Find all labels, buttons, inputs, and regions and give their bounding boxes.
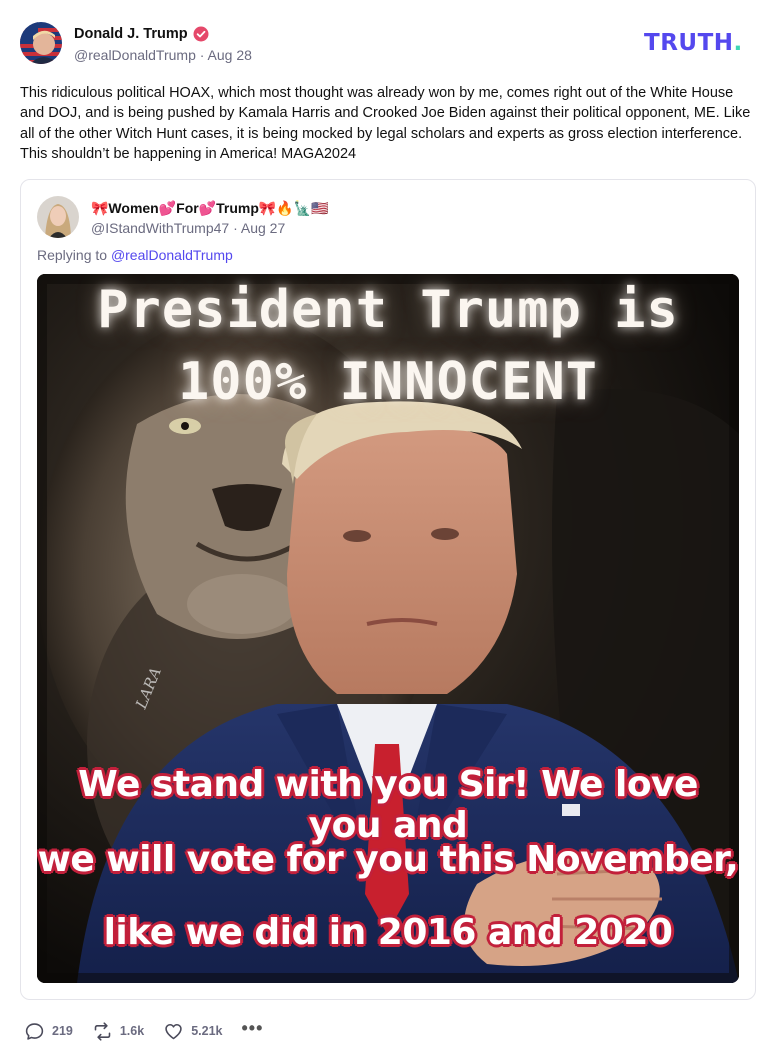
quoted-post-date[interactable]: Aug 27 <box>241 220 285 236</box>
retruth-button[interactable]: 1.6k <box>92 1021 144 1042</box>
retruth-count: 1.6k <box>119 1024 145 1038</box>
quoted-post-card[interactable]: 🎀Women💕For💕Trump🎀🔥🗽🇺🇸 @IStandWithTrump47… <box>20 179 756 1000</box>
comment-bubble-icon <box>25 1022 44 1040</box>
author-name[interactable]: Donald J. Trump <box>74 26 188 42</box>
truth-post: Donald J. Trump @realDonaldTrump · Aug 2… <box>0 0 777 1063</box>
verified-badge-icon <box>193 26 209 41</box>
quoted-author-avatar[interactable] <box>37 196 79 238</box>
truth-logo-dot: . <box>733 30 743 56</box>
heart-icon <box>165 1023 182 1039</box>
quoted-author-name[interactable]: 🎀Women💕For💕Trump🎀🔥🗽🇺🇸 <box>91 199 329 218</box>
separator-dot: · <box>233 219 241 236</box>
post-action-bar: 219 1.6k 5.21k ••• <box>24 1018 282 1044</box>
quoted-author-header: 🎀Women💕For💕Trump🎀🔥🗽🇺🇸 @IStandWithTrump47… <box>37 196 329 238</box>
author-handle[interactable]: @realDonaldTrump <box>74 47 196 63</box>
quoted-author-handle[interactable]: @IStandWithTrump47 <box>91 220 229 236</box>
retruth-icon <box>94 1021 111 1041</box>
quoted-post-image[interactable]: President Trump is 100% INNOCENT LARA We… <box>37 274 739 983</box>
post-date[interactable]: Aug 28 <box>208 47 252 63</box>
replying-to-label: Replying to <box>37 247 108 263</box>
image-headline-line-2: 100% INNOCENT <box>178 352 598 412</box>
more-icon: ••• <box>241 1017 264 1038</box>
replying-to-link[interactable]: @realDonaldTrump <box>111 247 233 263</box>
reply-count: 219 <box>52 1024 73 1038</box>
truth-logo-text: TRUTH <box>644 30 734 56</box>
like-button[interactable]: 5.21k <box>163 1021 222 1042</box>
separator-dot: · <box>199 46 208 63</box>
like-count: 5.21k <box>191 1024 223 1038</box>
post-author-header: Donald J. Trump @realDonaldTrump · Aug 2… <box>20 21 252 65</box>
post-body-text: This ridiculous political HOAX, which mo… <box>20 85 751 162</box>
replying-to-line: Replying to @realDonaldTrump <box>37 247 233 263</box>
image-headline-line-1: President Trump is <box>97 280 679 340</box>
truth-logo[interactable]: TRUTH. <box>644 30 743 56</box>
more-options-button[interactable]: ••• <box>241 1018 263 1039</box>
author-avatar[interactable] <box>20 22 62 64</box>
image-caption-line-3: like we did in 2016 and 2020 <box>103 912 673 953</box>
image-caption-line-1: We stand with you Sir! We love you and <box>78 764 698 846</box>
image-caption-line-2: we will vote for you this November, <box>37 839 739 880</box>
reply-button[interactable]: 219 <box>24 1021 73 1042</box>
